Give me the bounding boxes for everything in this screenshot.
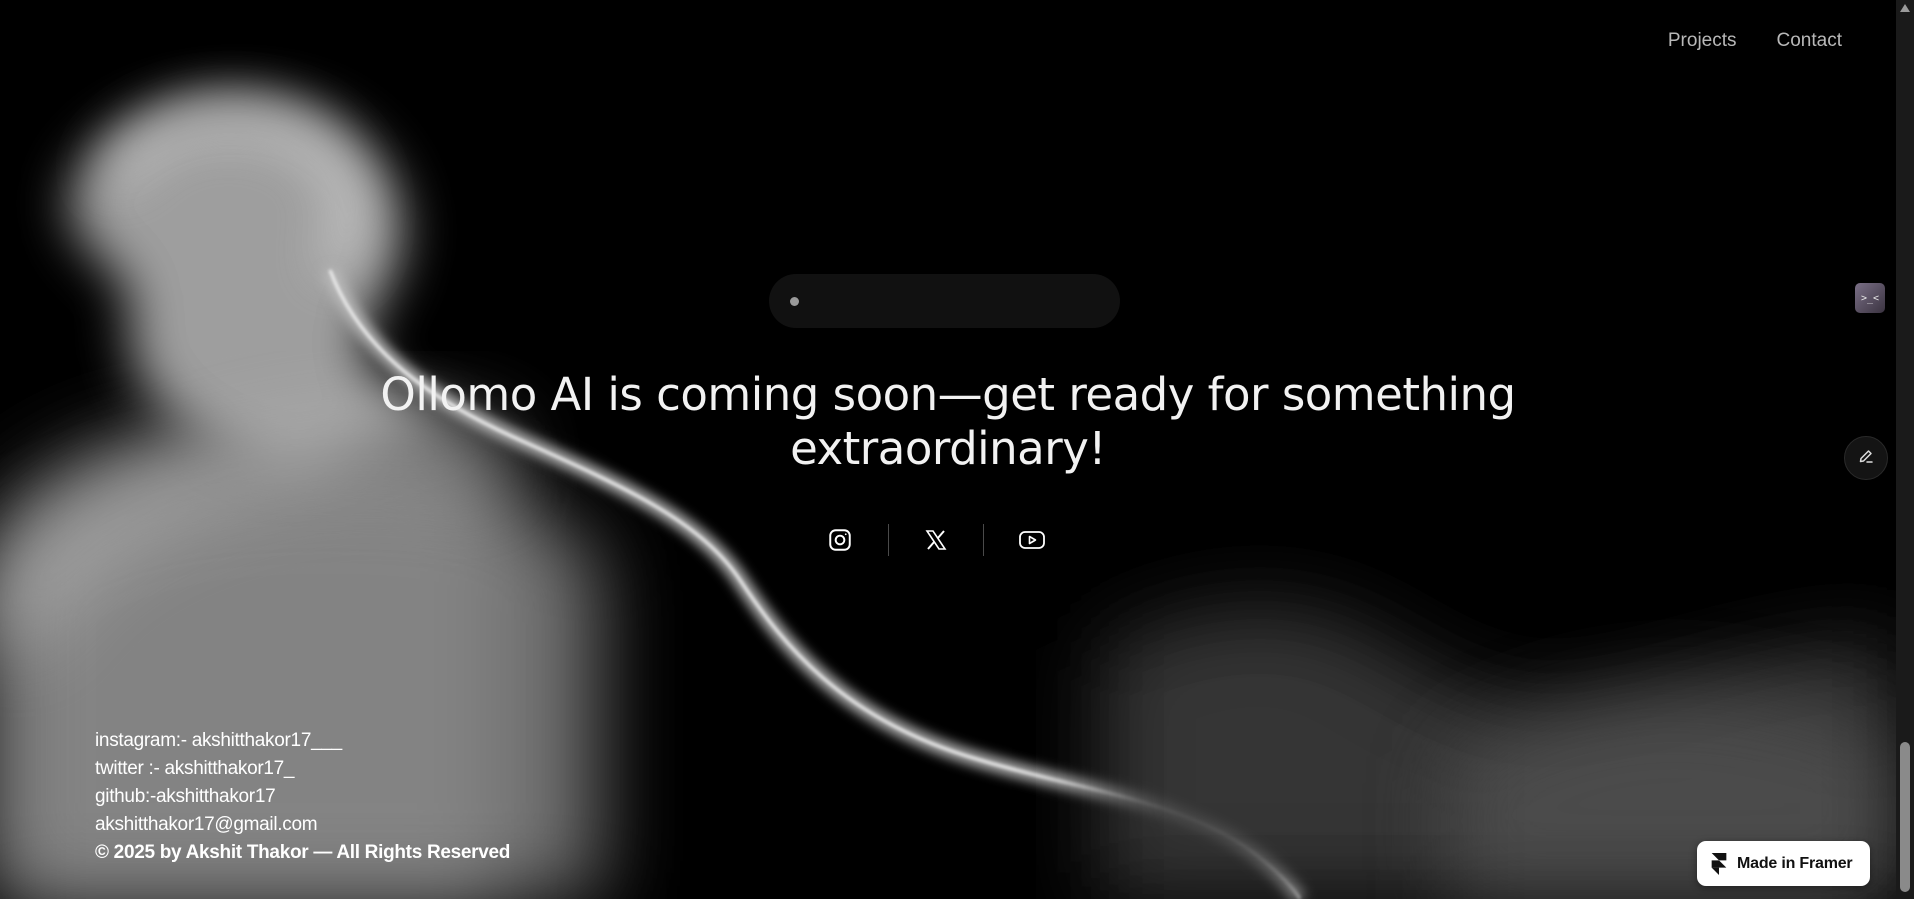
instagram-link[interactable]	[793, 520, 888, 560]
nav-contact-link[interactable]: Contact	[1777, 30, 1842, 52]
scroll-up-arrow-icon[interactable]	[1900, 4, 1910, 12]
nav-projects-link[interactable]: Projects	[1668, 30, 1737, 52]
footer-github: github:-akshitthakor17	[95, 786, 276, 807]
youtube-icon	[1018, 528, 1046, 552]
footer-twitter: twitter :- akshitthakor17_	[95, 758, 295, 779]
made-in-framer-badge[interactable]: Made in Framer	[1697, 841, 1870, 886]
x-twitter-link[interactable]	[889, 520, 984, 560]
top-nav: Projects Contact	[1668, 30, 1842, 52]
hero-headline: Ollomo AI is coming soon—get ready for s…	[380, 368, 1516, 475]
badge-label: Made in Framer	[1737, 854, 1853, 872]
edit-button[interactable]	[1844, 436, 1888, 480]
youtube-link[interactable]	[984, 520, 1079, 560]
footer-email: akshitthakor17@gmail.com	[95, 814, 318, 835]
instagram-icon	[827, 527, 853, 553]
feedback-face-button[interactable]: >_<	[1855, 283, 1885, 313]
pencil-icon	[1858, 448, 1874, 468]
scrollbar[interactable]	[1896, 0, 1914, 899]
footer-contact: instagram:- akshitthakor17___ twitter :-…	[95, 727, 510, 867]
status-dot	[790, 297, 799, 306]
page: Projects Contact Ollomo AI is coming soo…	[0, 0, 1914, 899]
social-links	[793, 520, 1079, 560]
face-icon: >_<	[1860, 292, 1880, 304]
footer-instagram: instagram:- akshitthakor17___	[95, 730, 342, 751]
footer-copyright: © 2025 by Akshit Thakor — All Rights Res…	[95, 842, 511, 863]
scroll-thumb[interactable]	[1900, 742, 1910, 892]
x-twitter-icon	[924, 528, 948, 552]
status-pill	[769, 274, 1120, 328]
framer-logo-icon	[1711, 852, 1727, 875]
